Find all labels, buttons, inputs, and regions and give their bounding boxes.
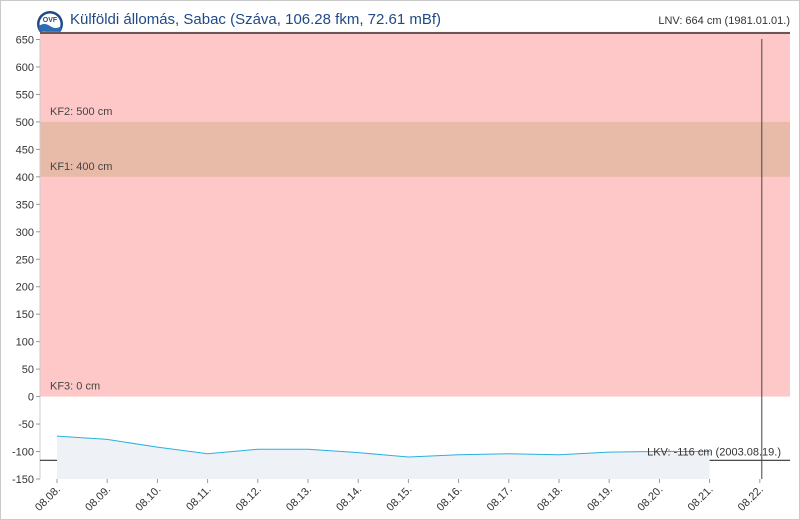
y-tick-label: 250 bbox=[16, 254, 34, 266]
water-level-chart: 650600550500450400350300250200150100500-… bbox=[12, 31, 790, 514]
x-tick-label: 08.11. bbox=[184, 484, 214, 514]
x-tick-label: 08.10. bbox=[133, 484, 163, 514]
series-layer bbox=[56, 435, 710, 479]
y-tick-label: 400 bbox=[16, 172, 34, 184]
x-tick-label: 08.18. bbox=[535, 484, 565, 514]
y-tick-label: -100 bbox=[12, 447, 34, 459]
x-tick-label: 08.09. bbox=[83, 484, 113, 514]
y-tick-label: 300 bbox=[16, 227, 34, 239]
x-tick-label: 08.13. bbox=[284, 484, 314, 514]
y-tick-label: 0 bbox=[28, 392, 34, 404]
series-area bbox=[57, 436, 710, 479]
y-tick-label: 100 bbox=[16, 337, 34, 349]
x-tick-label: 08.15. bbox=[384, 484, 414, 514]
y-tick-label: 450 bbox=[16, 144, 34, 156]
y-tick-label: 600 bbox=[16, 62, 34, 74]
x-tick-label: 08.08. bbox=[33, 484, 63, 514]
kf2-zone bbox=[40, 121, 790, 177]
x-tick-label: 08.16. bbox=[435, 484, 465, 514]
kf3-label: KF3: 0 cm bbox=[50, 381, 100, 393]
x-tick-label: 08.12. bbox=[234, 484, 264, 514]
x-tick-label: 08.14. bbox=[334, 484, 364, 514]
y-tick-label: 350 bbox=[16, 199, 34, 211]
y-tick-label: 50 bbox=[22, 364, 34, 376]
x-tick-label: 08.21. bbox=[686, 484, 716, 514]
y-tick-label: 500 bbox=[16, 117, 34, 129]
y-tick-label: 550 bbox=[16, 89, 34, 101]
x-tick-label: 08.17. bbox=[485, 484, 515, 514]
x-tick-label: 08.22. bbox=[736, 484, 766, 514]
y-tick-label: -50 bbox=[18, 419, 34, 431]
kf3-zone bbox=[40, 31, 790, 397]
y-tick-label: 650 bbox=[16, 35, 34, 47]
x-tick-label: 08.20. bbox=[635, 484, 665, 514]
threshold-zones bbox=[40, 31, 790, 397]
lkv-label: LKV: -116 cm (2003.08.19.) bbox=[647, 446, 781, 458]
y-tick-label: 150 bbox=[16, 309, 34, 321]
x-tick-label: 08.19. bbox=[585, 484, 615, 514]
y-tick-label: -150 bbox=[12, 474, 34, 486]
kf1-label: KF1: 400 cm bbox=[50, 161, 112, 173]
y-tick-label: 200 bbox=[16, 282, 34, 294]
kf2-label: KF2: 500 cm bbox=[50, 106, 112, 118]
